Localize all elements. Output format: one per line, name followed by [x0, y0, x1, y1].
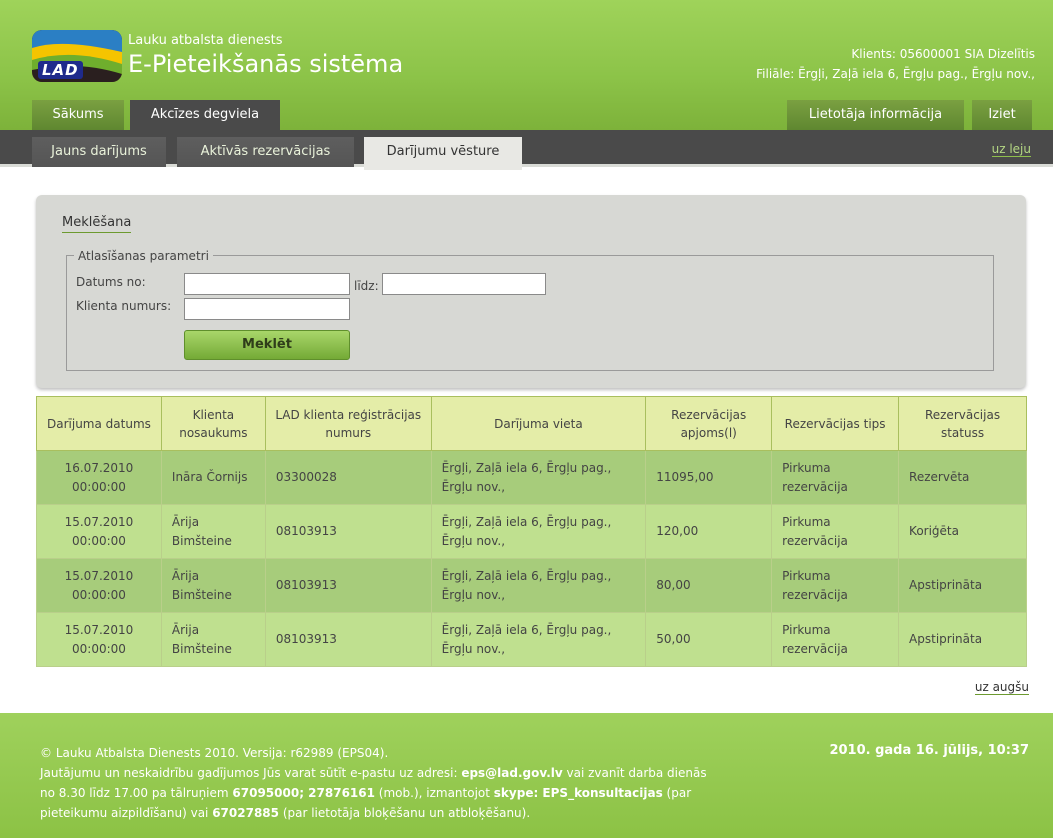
- table-header-row: Darījuma datums Klienta nosaukums LAD kl…: [36, 396, 1027, 451]
- support-skype: skype: EPS_konsultacijas: [493, 786, 663, 800]
- footer-contact-line-2: no 8.30 līdz 17.00 pa tālruņiem 67095000…: [40, 783, 740, 803]
- cell-client-name: Ināra Čornijs: [160, 450, 266, 505]
- column-header-place[interactable]: Darījuma vieta: [430, 396, 647, 451]
- cell-status: Koriģēta: [898, 504, 1027, 559]
- search-panel: Meklēšana Atlasīšanas parametri Datums n…: [36, 195, 1026, 388]
- column-header-volume[interactable]: Rezervācijas apjoms(l): [645, 396, 773, 451]
- column-header-reg-number[interactable]: LAD klienta reģistrācijas numurs: [264, 396, 432, 451]
- scroll-up-link[interactable]: uz augšu: [974, 680, 1029, 695]
- column-header-date[interactable]: Darījuma datums: [36, 396, 162, 451]
- transactions-table: Darījuma datums Klienta nosaukums LAD kl…: [36, 396, 1027, 667]
- column-header-status[interactable]: Rezervācijas statuss: [898, 396, 1027, 451]
- search-button[interactable]: Meklēt: [184, 330, 350, 360]
- sub-navigation: Jauns darījums Aktīvās rezervācijas Darī…: [0, 130, 1053, 170]
- footer-text-part: Jautājumu un neskaidrību gadījumos Jūs v…: [40, 766, 462, 780]
- cell-client-name: Ārija Bimšteine: [160, 558, 266, 613]
- cell-volume: 50,00: [645, 612, 773, 667]
- cell-place: Ērgļi, Zaļā iela 6, Ērgļu pag., Ērgļu no…: [430, 612, 647, 667]
- support-email-link[interactable]: eps@lad.gov.lv: [461, 766, 562, 780]
- cell-place: Ērgļi, Zaļā iela 6, Ērgļu pag., Ērgļu no…: [430, 450, 647, 505]
- date-to-input[interactable]: [382, 273, 546, 295]
- client-info: Klients: 05600001 SIA Dizelītis Filiāle:…: [756, 44, 1035, 84]
- tab-transaction-history[interactable]: Darījumu vēsture: [364, 137, 522, 170]
- search-title: Meklēšana: [62, 215, 132, 233]
- footer-contact-line-3: pieteikumu aizpildīšanu) vai 67027885 (p…: [40, 803, 740, 823]
- cell-reg-number: 08103913: [264, 612, 432, 667]
- current-date: 2010. gada 16. jūlijs, 10:37: [829, 743, 1029, 758]
- cell-volume: 120,00: [645, 504, 773, 559]
- lad-logo[interactable]: LAD: [32, 30, 122, 82]
- tab-new-transaction[interactable]: Jauns darījums: [32, 137, 166, 167]
- footer-text-part: vai zvanīt darba dienās: [562, 766, 707, 780]
- date-from-input[interactable]: [184, 273, 350, 295]
- footer-text-part: (mob.), izmantojot: [374, 786, 494, 800]
- cell-date: 15.07.2010 00:00:00: [36, 504, 162, 559]
- table-row[interactable]: 15.07.2010 00:00:00 Ārija Bimšteine 0810…: [36, 612, 1027, 667]
- logo-text: LAD: [38, 61, 83, 79]
- tab-excise-fuel[interactable]: Akcīzes degviela: [130, 100, 280, 130]
- header: LAD Lauku atbalsta dienests E-Pieteikšan…: [0, 0, 1053, 130]
- table-row[interactable]: 15.07.2010 00:00:00 Ārija Bimšteine 0810…: [36, 504, 1027, 559]
- table-row[interactable]: 15.07.2010 00:00:00 Ārija Bimšteine 0810…: [36, 558, 1027, 613]
- footer-contact-line-1: Jautājumu un neskaidrību gadījumos Jūs v…: [40, 763, 740, 783]
- cell-date: 15.07.2010 00:00:00: [36, 558, 162, 613]
- cell-type: Pirkuma rezervācija: [771, 612, 900, 667]
- footer-text-part: (par: [662, 786, 692, 800]
- branch-line: Filiāle: Ērgļi, Zaļā iela 6, Ērgļu pag.,…: [756, 67, 1035, 81]
- footer-text-part: no 8.30 līdz 17.00 pa tālruņiem: [40, 786, 233, 800]
- date-from-label: Datums no:: [76, 275, 146, 289]
- cell-client-name: Ārija Bimšteine: [160, 504, 266, 559]
- tab-active-reservations[interactable]: Aktīvās rezervācijas: [177, 137, 354, 167]
- cell-type: Pirkuma rezervācija: [771, 450, 900, 505]
- client-line: Klients: 05600001 SIA Dizelītis: [851, 47, 1035, 61]
- cell-date: 15.07.2010 00:00:00: [36, 612, 162, 667]
- cell-type: Pirkuma rezervācija: [771, 558, 900, 613]
- filter-legend: Atlasīšanas parametri: [74, 249, 213, 263]
- client-number-label: Klienta numurs:: [76, 299, 172, 313]
- footer-text: © Lauku Atbalsta Dienests 2010. Versija:…: [40, 743, 740, 823]
- support-phone-2: 67027885: [212, 806, 279, 820]
- cell-place: Ērgļi, Zaļā iela 6, Ērgļu pag., Ērgļu no…: [430, 504, 647, 559]
- org-name: Lauku atbalsta dienests: [128, 33, 283, 48]
- system-title: E-Pieteikšanās sistēma: [128, 50, 404, 78]
- client-number-input[interactable]: [184, 298, 350, 320]
- tab-user-info[interactable]: Lietotāja informācija: [787, 100, 964, 130]
- cell-volume: 80,00: [645, 558, 773, 613]
- scroll-down-link[interactable]: uz leju: [991, 142, 1031, 157]
- logout-button[interactable]: Iziet: [972, 100, 1032, 130]
- tab-home[interactable]: Sākums: [32, 100, 124, 130]
- cell-reg-number: 03300028: [264, 450, 432, 505]
- cell-status: Apstiprināta: [898, 558, 1027, 613]
- cell-volume: 11095,00: [645, 450, 773, 505]
- footer-text-part: (par lietotāja bloķēšanu un atbloķēšanu)…: [279, 806, 531, 820]
- cell-place: Ērgļi, Zaļā iela 6, Ērgļu pag., Ērgļu no…: [430, 558, 647, 613]
- footer-copyright: © Lauku Atbalsta Dienests 2010. Versija:…: [40, 746, 389, 760]
- footer-text-part: pieteikumu aizpildīšanu) vai: [40, 806, 213, 820]
- date-to-label: līdz:: [354, 279, 379, 293]
- cell-status: Rezervēta: [898, 450, 1027, 505]
- column-header-type[interactable]: Rezervācijas tips: [771, 396, 900, 451]
- cell-reg-number: 08103913: [264, 558, 432, 613]
- cell-date: 16.07.2010 00:00:00: [36, 450, 162, 505]
- support-phones: 67095000; 27876161: [232, 786, 375, 800]
- cell-client-name: Ārija Bimšteine: [160, 612, 266, 667]
- cell-type: Pirkuma rezervācija: [771, 504, 900, 559]
- table-row[interactable]: 16.07.2010 00:00:00 Ināra Čornijs 033000…: [36, 450, 1027, 505]
- column-header-client-name[interactable]: Klienta nosaukums: [160, 396, 266, 451]
- cell-status: Apstiprināta: [898, 612, 1027, 667]
- cell-reg-number: 08103913: [264, 504, 432, 559]
- footer: © Lauku Atbalsta Dienests 2010. Versija:…: [0, 713, 1053, 838]
